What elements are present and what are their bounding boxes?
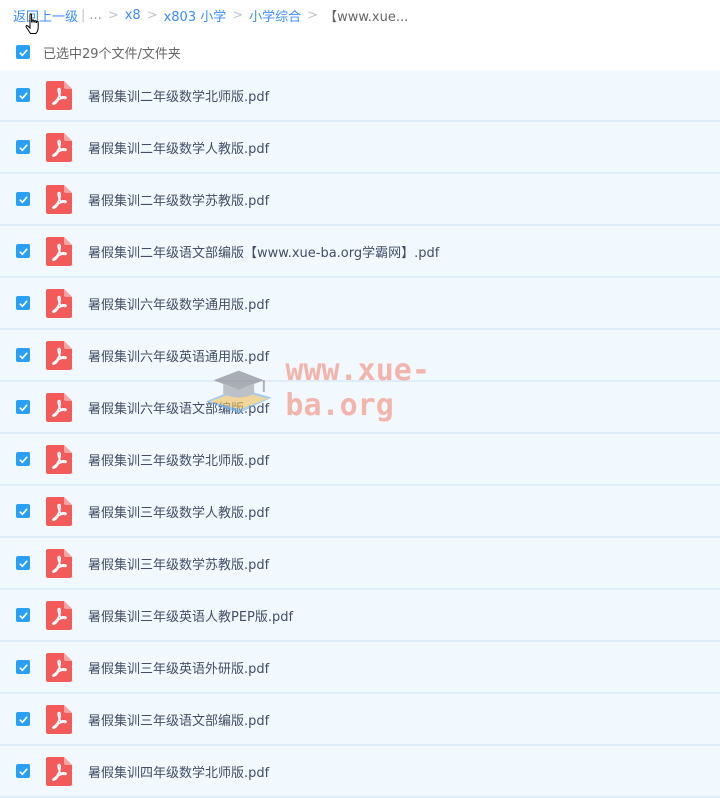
file-checkbox[interactable] <box>16 296 30 310</box>
file-checkbox[interactable] <box>16 504 30 518</box>
file-row[interactable]: 暑假集训二年级数学苏教版.pdf <box>0 174 720 226</box>
check-icon <box>18 299 28 307</box>
pdf-file-icon <box>46 548 72 578</box>
file-name[interactable]: 暑假集训四年级数学北师版.pdf <box>88 762 269 781</box>
file-checkbox[interactable] <box>16 452 30 466</box>
pdf-file-icon <box>46 236 72 266</box>
file-name[interactable]: 暑假集训三年级数学北师版.pdf <box>88 450 269 469</box>
file-name[interactable]: 暑假集训二年级语文部编版【www.xue-ba.org学霸网】.pdf <box>88 242 439 261</box>
check-icon <box>18 767 28 775</box>
file-name[interactable]: 暑假集训二年级数学人教版.pdf <box>88 138 269 157</box>
pdf-file-icon <box>46 132 72 162</box>
check-icon <box>18 48 28 56</box>
file-name[interactable]: 暑假集训六年级数学通用版.pdf <box>88 294 269 313</box>
file-checkbox[interactable] <box>16 192 30 206</box>
file-row[interactable]: 暑假集训三年级英语人教PEP版.pdf <box>0 590 720 642</box>
file-row[interactable]: 暑假集训六年级英语通用版.pdf <box>0 330 720 382</box>
file-row[interactable]: 暑假集训六年级数学通用版.pdf <box>0 278 720 330</box>
file-row[interactable]: 暑假集训三年级数学苏教版.pdf <box>0 538 720 590</box>
check-icon <box>18 507 28 515</box>
file-row[interactable]: 暑假集训四年级数学北师版.pdf <box>0 746 720 798</box>
breadcrumb-divider: | <box>81 7 86 23</box>
file-name[interactable]: 暑假集训三年级数学苏教版.pdf <box>88 554 269 573</box>
file-name[interactable]: 暑假集训二年级数学苏教版.pdf <box>88 190 269 209</box>
file-checkbox[interactable] <box>16 556 30 570</box>
file-checkbox[interactable] <box>16 140 30 154</box>
file-row[interactable]: 暑假集训二年级数学北师版.pdf <box>0 70 720 122</box>
check-icon <box>18 143 28 151</box>
file-name[interactable]: 暑假集训三年级英语外研版.pdf <box>88 658 269 677</box>
file-checkbox[interactable] <box>16 712 30 726</box>
file-row[interactable]: 暑假集训三年级数学人教版.pdf <box>0 486 720 538</box>
select-all-checkbox[interactable] <box>16 45 30 59</box>
file-name[interactable]: 暑假集训六年级英语通用版.pdf <box>88 346 269 365</box>
pdf-file-icon <box>46 444 72 474</box>
breadcrumb-current: 【www.xue... <box>324 9 409 25</box>
file-checkbox[interactable] <box>16 348 30 362</box>
breadcrumb-item[interactable]: x803 小学 <box>164 6 227 25</box>
breadcrumb-separator: > <box>107 7 119 23</box>
file-name[interactable]: 暑假集训三年级英语人教PEP版.pdf <box>88 606 293 625</box>
hand-cursor-icon <box>25 13 39 34</box>
file-checkbox[interactable] <box>16 764 30 778</box>
check-icon <box>18 247 28 255</box>
file-list: 暑假集训二年级数学北师版.pdf 暑假集训二年级数学人教版.pdf 暑假集训二年… <box>0 70 720 798</box>
file-checkbox[interactable] <box>16 608 30 622</box>
pdf-file-icon <box>46 288 72 318</box>
pdf-file-icon <box>46 80 72 110</box>
pdf-file-icon <box>46 184 72 214</box>
breadcrumb: 返回上一级 | ... > x8 > x803 小学 > 小学综合 > 【www… <box>13 5 408 25</box>
file-row[interactable]: 暑假集训三年级数学北师版.pdf <box>0 434 720 486</box>
file-checkbox[interactable] <box>16 88 30 102</box>
check-icon <box>18 559 28 567</box>
pdf-file-icon <box>46 652 72 682</box>
file-row[interactable]: 暑假集训三年级语文部编版.pdf <box>0 694 720 746</box>
check-icon <box>18 403 28 411</box>
file-checkbox[interactable] <box>16 244 30 258</box>
breadcrumb-ellipsis[interactable]: ... <box>89 8 101 23</box>
breadcrumb-separator: > <box>232 7 244 23</box>
file-name[interactable]: 暑假集训二年级数学北师版.pdf <box>88 86 269 105</box>
selection-summary: 已选中29个文件/文件夹 <box>43 46 181 62</box>
pdf-file-icon <box>46 340 72 370</box>
pdf-file-icon <box>46 600 72 630</box>
file-checkbox[interactable] <box>16 660 30 674</box>
breadcrumb-item[interactable]: 小学综合 <box>249 6 301 25</box>
back-link[interactable]: 返回上一级 <box>13 6 78 25</box>
breadcrumb-separator: > <box>307 7 319 23</box>
breadcrumb-item[interactable]: x8 <box>125 8 141 23</box>
check-icon <box>18 351 28 359</box>
file-name[interactable]: 暑假集训三年级数学人教版.pdf <box>88 502 269 521</box>
selection-bar: 已选中29个文件/文件夹 <box>0 38 720 66</box>
file-name[interactable]: 暑假集训六年级语文部编版.pdf <box>88 398 269 417</box>
pdf-file-icon <box>46 496 72 526</box>
pdf-file-icon <box>46 756 72 786</box>
file-checkbox[interactable] <box>16 400 30 414</box>
check-icon <box>18 195 28 203</box>
file-row[interactable]: 暑假集训二年级数学人教版.pdf <box>0 122 720 174</box>
file-row[interactable]: 暑假集训六年级语文部编版.pdf <box>0 382 720 434</box>
file-name[interactable]: 暑假集训三年级语文部编版.pdf <box>88 710 269 729</box>
pdf-file-icon <box>46 392 72 422</box>
check-icon <box>18 455 28 463</box>
check-icon <box>18 715 28 723</box>
check-icon <box>18 611 28 619</box>
check-icon <box>18 91 28 99</box>
file-row[interactable]: 暑假集训三年级英语外研版.pdf <box>0 642 720 694</box>
check-icon <box>18 663 28 671</box>
file-row[interactable]: 暑假集训二年级语文部编版【www.xue-ba.org学霸网】.pdf <box>0 226 720 278</box>
pdf-file-icon <box>46 704 72 734</box>
breadcrumb-separator: > <box>146 7 158 23</box>
